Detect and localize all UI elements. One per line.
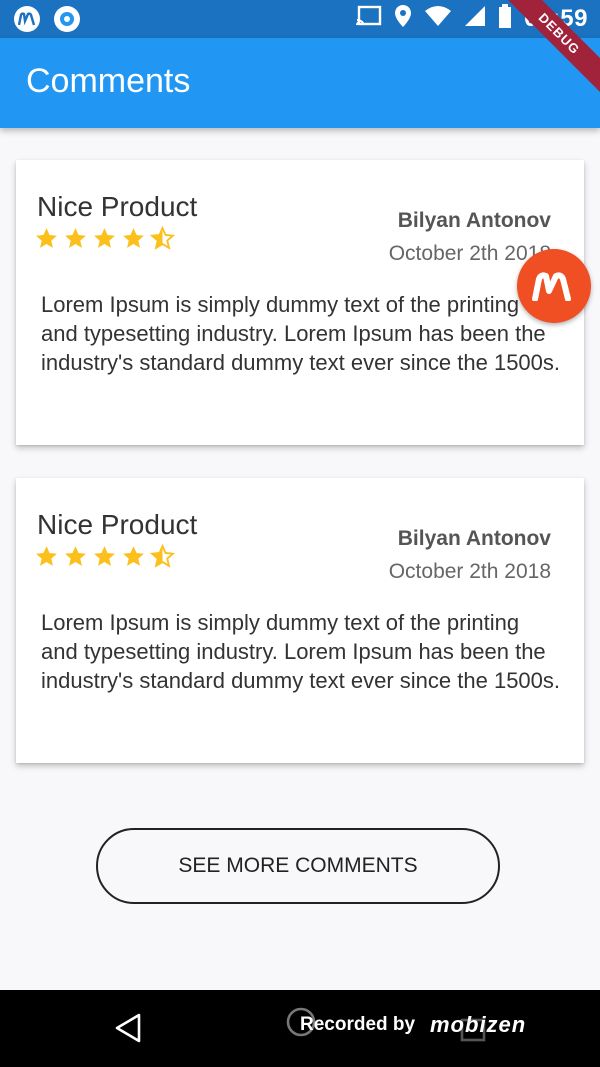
- star-icon: [123, 228, 144, 248]
- mobizen-logo: mobizen: [430, 1012, 527, 1037]
- star-rating: [34, 226, 175, 251]
- star-icon: [65, 546, 86, 566]
- mobizen-icon: [14, 6, 40, 32]
- comment-card: Nice Product Bilyan Antonov October 2th …: [16, 478, 584, 763]
- star-icon: [94, 546, 115, 566]
- mobizen-floating-button[interactable]: [517, 249, 591, 323]
- star-icon: [36, 546, 57, 566]
- app-bar: Comments: [0, 38, 600, 128]
- wifi-icon: [424, 5, 452, 32]
- comment-text: Lorem Ipsum is simply dummy text of the …: [41, 610, 561, 693]
- comment-text: Lorem Ipsum is simply dummy text of the …: [41, 292, 561, 375]
- half-star-icon: [150, 226, 175, 250]
- star-icon: [123, 546, 144, 566]
- half-star-icon: [150, 544, 175, 568]
- comment-author: Bilyan Antonov: [397, 209, 551, 232]
- star-icon: [65, 228, 86, 248]
- product-name: Nice Product: [37, 191, 198, 222]
- see-more-comments-button[interactable]: SEE MORE COMMENTS: [96, 828, 500, 904]
- status-bar: 03:59: [0, 0, 600, 38]
- battery-icon: [498, 4, 512, 33]
- comment-card: Nice Product Bilyan Antonov October 2th …: [16, 160, 584, 445]
- location-icon: [394, 4, 412, 33]
- comment-author: Bilyan Antonov: [397, 527, 551, 550]
- signal-icon: [464, 5, 486, 32]
- product-name: Nice Product: [37, 509, 198, 540]
- navigation-bar: Recorded by mobizen: [0, 990, 600, 1067]
- recorded-by-label: Recorded by: [300, 1014, 416, 1035]
- cast-icon: [356, 5, 382, 32]
- mobizen-icon: [532, 272, 571, 301]
- star-icon: [36, 228, 57, 248]
- circle-icon: [54, 6, 80, 32]
- star-rating: [34, 544, 175, 569]
- comment-date: October 2th 2018: [388, 560, 551, 583]
- page-title: Comments: [26, 62, 191, 100]
- back-icon[interactable]: [114, 1012, 142, 1049]
- star-icon: [94, 228, 115, 248]
